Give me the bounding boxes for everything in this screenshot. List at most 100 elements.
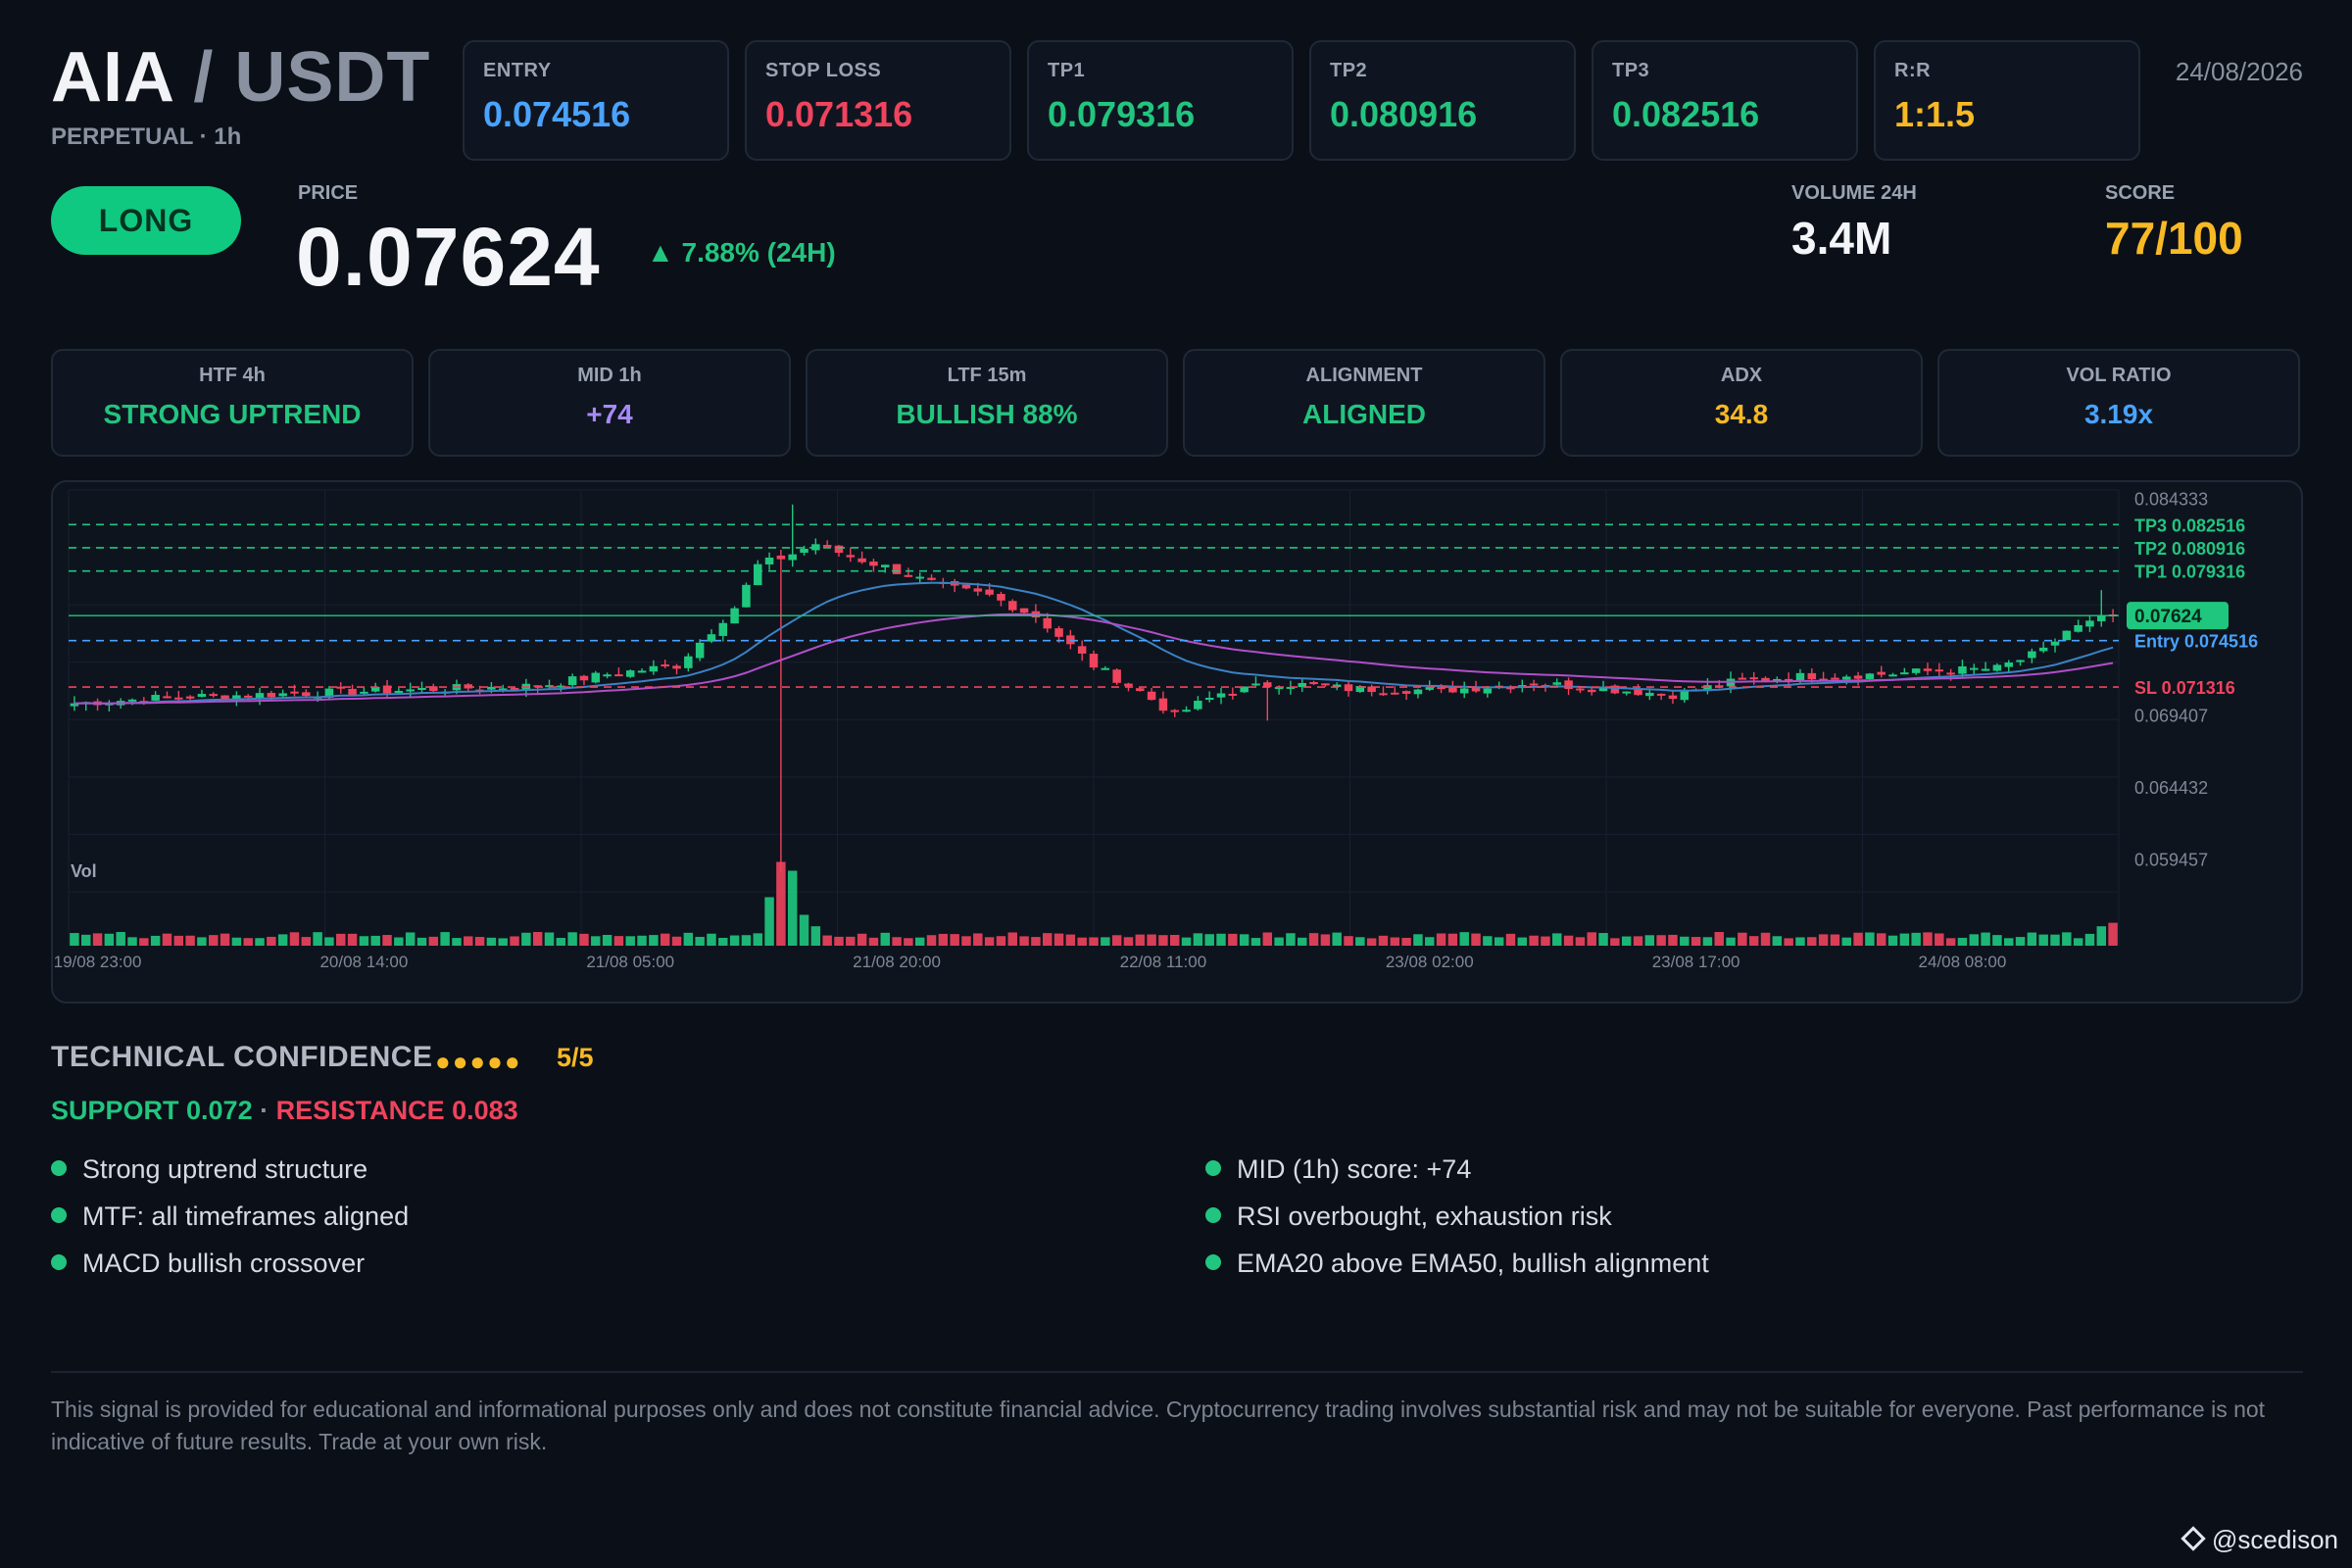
candle-body xyxy=(1379,693,1388,696)
ltf-value: BULLISH 88% xyxy=(896,399,1078,429)
volume-bar xyxy=(1483,936,1493,946)
tp1-value: 0.079316 xyxy=(1048,94,1196,134)
sr-separator: · xyxy=(252,1096,276,1125)
volume-bar xyxy=(1911,932,1921,946)
candle-body xyxy=(348,688,357,696)
volume-bar xyxy=(1853,932,1863,946)
volume-bar xyxy=(1250,938,1261,946)
volume-bar xyxy=(498,938,508,946)
volume-bar xyxy=(1726,937,1736,946)
tp2-value: 0.080916 xyxy=(1330,94,1478,134)
candle-body xyxy=(822,544,832,547)
x-tick-label: 23/08 02:00 xyxy=(1386,953,1474,971)
volume-bar xyxy=(464,936,473,946)
ltf-label: LTF 15m xyxy=(947,365,1027,386)
volume-bar xyxy=(1587,932,1596,946)
candle-body xyxy=(614,674,623,677)
candle-body xyxy=(1483,688,1493,694)
candle-body xyxy=(1622,691,1631,694)
volume-bar xyxy=(1598,933,1608,946)
volume-bar xyxy=(695,936,705,946)
candle-body xyxy=(1865,673,1875,679)
htf-card: HTF 4h STRONG UPTREND xyxy=(51,349,414,457)
candle-body xyxy=(1170,710,1179,712)
volume-bar xyxy=(394,937,404,946)
volume-bar xyxy=(2073,938,2083,946)
volume-bar xyxy=(382,935,392,946)
volume-bar xyxy=(1123,937,1134,946)
volume-bar xyxy=(1992,935,2002,946)
level-label-tp3: TP3 0.082516 xyxy=(2134,515,2245,535)
volume-bar xyxy=(1459,932,1469,946)
volume-bar xyxy=(1702,937,1713,946)
volume-bar xyxy=(613,936,624,946)
reason-item: MID (1h) score: +74 xyxy=(1205,1154,1471,1185)
candle-body xyxy=(127,699,137,702)
volume-bar xyxy=(1286,933,1296,946)
volume-bar xyxy=(857,933,867,946)
volume-bar xyxy=(139,938,149,946)
volume-bar xyxy=(92,933,103,946)
volume-bar xyxy=(753,933,762,946)
candle-body xyxy=(1077,646,1087,654)
volume-bar xyxy=(336,933,346,946)
candle-body xyxy=(1321,683,1330,686)
volume-bar xyxy=(1529,935,1539,946)
candle-body xyxy=(1136,688,1145,691)
volume-bar xyxy=(347,933,358,946)
volume-bar xyxy=(1366,938,1377,946)
candle-body xyxy=(1182,710,1191,712)
candle-body xyxy=(1576,688,1585,691)
bullet-dot-icon xyxy=(51,1159,67,1176)
candle-body xyxy=(591,672,601,683)
candle-body xyxy=(1831,677,1839,680)
volume-bar xyxy=(521,932,531,946)
alignment-value: ALIGNED xyxy=(1302,399,1426,429)
volume-bar xyxy=(683,932,694,946)
risk-reward-card: R:R 1:1.5 xyxy=(1874,40,2140,161)
candle-body xyxy=(858,558,866,563)
volume-bar xyxy=(1401,937,1411,946)
volume-bar xyxy=(289,932,300,946)
volume-bar xyxy=(173,935,184,946)
candle-body xyxy=(661,664,669,667)
volume-bar xyxy=(2096,926,2106,946)
volume-bar xyxy=(301,937,312,946)
volume-bar xyxy=(1007,932,1017,946)
tp1-label: TP1 xyxy=(1048,60,1086,81)
score-label: SCORE xyxy=(2105,182,2176,204)
volume-bar xyxy=(1923,932,1933,946)
volume-bar xyxy=(2084,933,2095,946)
candle-body xyxy=(625,670,635,677)
candle-body xyxy=(1089,654,1099,668)
candle-body xyxy=(417,687,426,690)
candle-body xyxy=(1656,693,1666,696)
reason-text: EMA20 above EMA50, bullish alignment xyxy=(1237,1249,1709,1278)
reason-text: RSI overbought, exhaustion risk xyxy=(1237,1201,1612,1231)
watermark-handle: @scedison xyxy=(2211,1525,2338,1554)
volume-bar xyxy=(1738,932,1747,946)
candle-body xyxy=(1112,669,1121,683)
entry-label: ENTRY xyxy=(483,60,552,81)
candle-body xyxy=(2097,615,2106,621)
adx-label: ADX xyxy=(1720,365,1763,386)
candle-body xyxy=(764,557,774,564)
current-price: 0.07624 xyxy=(296,211,601,303)
volume-bar xyxy=(567,932,577,946)
volume-label: Vol xyxy=(71,861,97,881)
vol-ratio-card: VOL RATIO 3.19x xyxy=(1937,349,2300,457)
tp2-label: TP2 xyxy=(1330,60,1368,81)
confidence-title: TECHNICAL CONFIDENCE xyxy=(51,1041,433,1073)
pair-separator: / xyxy=(172,38,235,117)
level-label-tp2: TP2 0.080916 xyxy=(2134,539,2245,559)
bullet-dot-icon xyxy=(1205,1206,1221,1223)
candle-body xyxy=(1807,672,1817,680)
volume-bar xyxy=(1274,937,1284,946)
volume-bar xyxy=(1031,937,1041,946)
adx-value: 34.8 xyxy=(1714,399,1769,429)
candle-body xyxy=(278,693,287,697)
ltf-card: LTF 15m BULLISH 88% xyxy=(806,349,1168,457)
candle-body xyxy=(1935,669,1944,672)
volume-bar xyxy=(1760,932,1771,946)
entry-card: ENTRY 0.074516 xyxy=(463,40,729,161)
